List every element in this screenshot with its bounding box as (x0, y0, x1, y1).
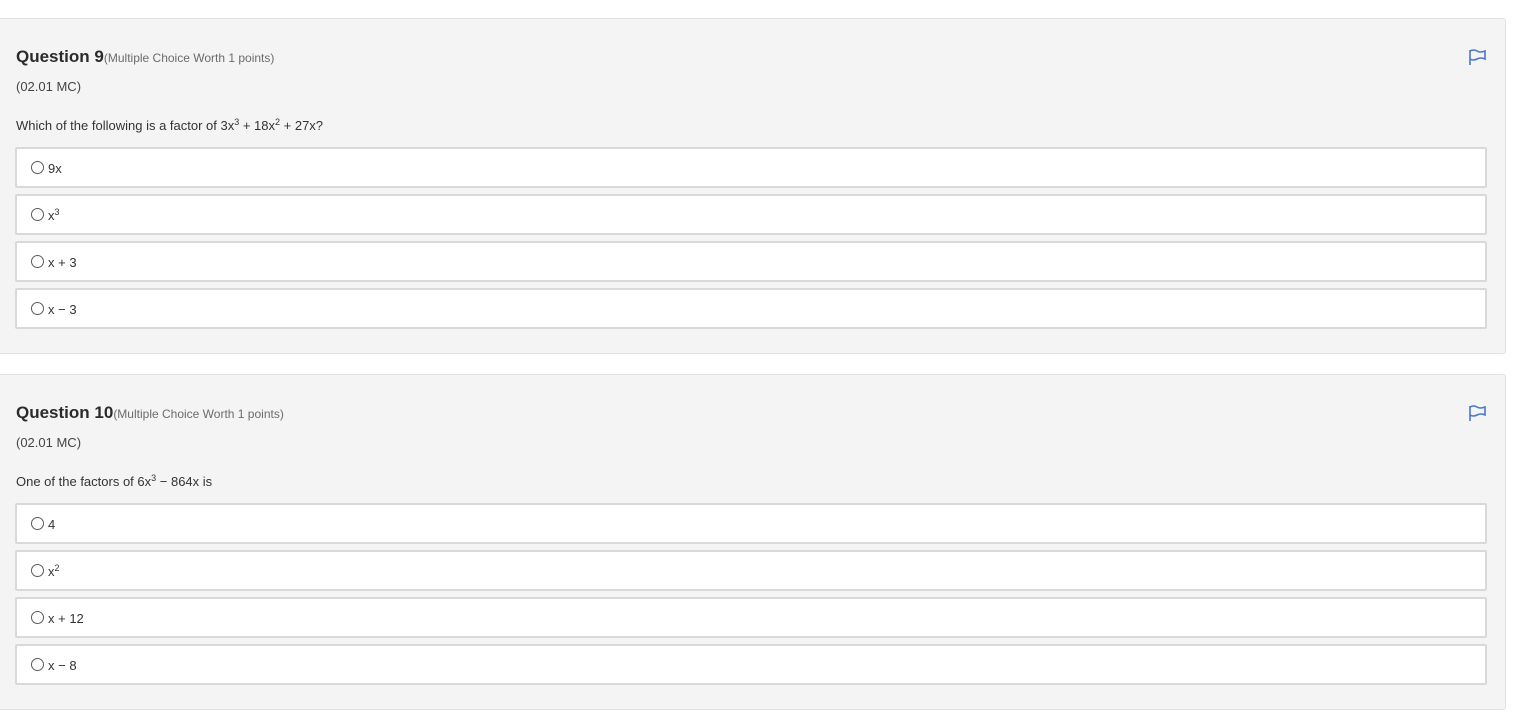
question-number: Question 9 (16, 47, 104, 66)
answer-choice[interactable]: 9x (15, 147, 1487, 188)
answer-choice[interactable]: x3 (15, 194, 1487, 235)
question-panel: Question 9(Multiple Choice Worth 1 point… (0, 18, 1506, 354)
question-meta: (Multiple Choice Worth 1 points) (103, 51, 275, 65)
answer-choice[interactable]: x − 3 (15, 288, 1487, 329)
answer-choice[interactable]: x + 12 (15, 597, 1487, 638)
flag-icon[interactable] (1468, 404, 1488, 422)
prompt-text: + 18x (239, 118, 276, 133)
quiz-page: Question 9(Multiple Choice Worth 1 point… (0, 0, 1516, 718)
question-meta: (Multiple Choice Worth 1 points) (113, 407, 284, 421)
choice-text: x − 3 (48, 302, 77, 317)
choice-superscript: 3 (54, 207, 60, 217)
choice-label: x + 3 (48, 255, 77, 270)
choice-label: 9x (48, 161, 62, 176)
answer-choice[interactable]: x2 (15, 550, 1487, 591)
radio-button[interactable] (31, 302, 44, 315)
choice-text: x + 12 (48, 611, 84, 626)
radio-button[interactable] (31, 208, 44, 221)
answer-choices: 9x x3 x + 3 x − 3 (15, 147, 1487, 335)
choice-label: x2 (48, 563, 60, 580)
choice-label: x3 (48, 207, 60, 224)
choice-label: x + 12 (48, 611, 84, 626)
choice-label: x − 3 (48, 302, 77, 317)
answer-choices: 4 x2 x + 12 x − 8 (15, 503, 1487, 691)
question-prompt: Which of the following is a factor of 3x… (16, 118, 324, 134)
choice-text: 4 (48, 517, 56, 532)
question-panel: Question 10(Multiple Choice Worth 1 poin… (0, 374, 1506, 710)
prompt-text: − 864x is (156, 474, 213, 489)
question-number: Question 10 (16, 403, 114, 422)
choice-label: 4 (48, 517, 55, 532)
question-header: Question 9(Multiple Choice Worth 1 point… (16, 47, 274, 67)
question-code: (02.01 MC) (16, 435, 82, 450)
radio-button[interactable] (31, 658, 44, 671)
choice-label: x − 8 (48, 658, 77, 673)
choice-text: x − 8 (48, 658, 77, 673)
radio-button[interactable] (31, 564, 44, 577)
prompt-text: Which of the following is a factor of 3x (16, 118, 235, 133)
answer-choice[interactable]: x + 3 (15, 241, 1487, 282)
prompt-text: One of the factors of 6x (16, 474, 152, 489)
radio-button[interactable] (31, 161, 44, 174)
radio-button[interactable] (31, 611, 44, 624)
flag-icon[interactable] (1468, 48, 1488, 66)
choice-superscript: 2 (54, 563, 60, 573)
answer-choice[interactable]: 4 (15, 503, 1487, 544)
radio-button[interactable] (31, 517, 44, 530)
question-prompt: One of the factors of 6x3 − 864x is (16, 474, 213, 490)
answer-choice[interactable]: x − 8 (15, 644, 1487, 685)
choice-text: 9x (48, 161, 62, 176)
question-code: (02.01 MC) (16, 79, 82, 94)
radio-button[interactable] (31, 255, 44, 268)
choice-text: x + 3 (48, 255, 77, 270)
prompt-text: + 27x? (280, 118, 324, 133)
question-header: Question 10(Multiple Choice Worth 1 poin… (16, 403, 284, 423)
